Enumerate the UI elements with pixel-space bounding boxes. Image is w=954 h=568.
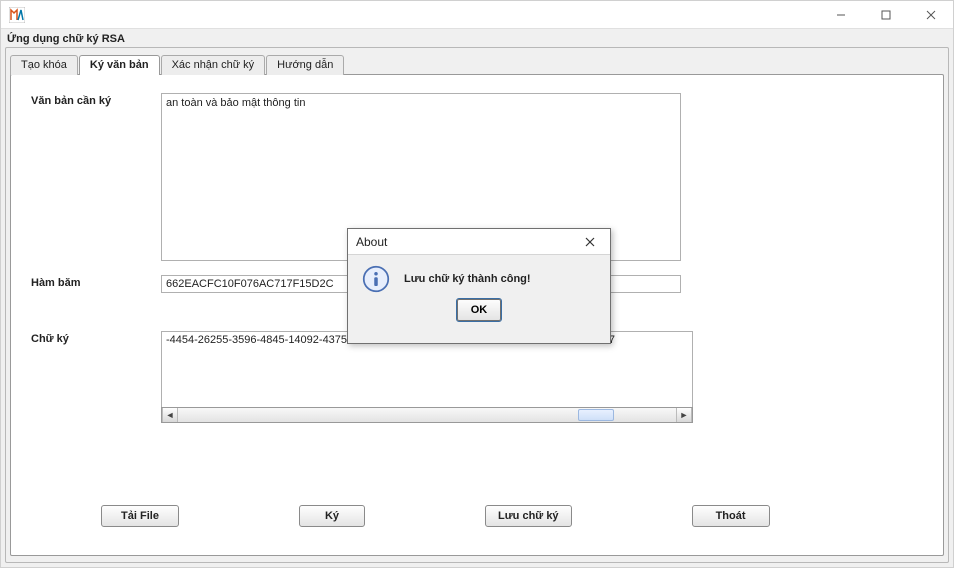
window-titlebar: [1, 1, 953, 29]
about-dialog: About Lưu chữ ký thành công! OK: [347, 228, 611, 344]
tab-tao-khoa[interactable]: Tạo khóa: [10, 55, 78, 75]
button-row: Tải File Ký Lưu chữ ký Thoát: [11, 505, 943, 527]
tab-huong-dan[interactable]: Hướng dẫn: [266, 55, 344, 75]
app-window: Ứng dụng chữ ký RSA Tạo khóa Ký văn bản …: [0, 0, 954, 568]
panel-title: Ứng dụng chữ ký RSA: [5, 33, 949, 47]
scroll-thumb[interactable]: [578, 409, 614, 421]
scroll-left-button[interactable]: ◄: [162, 408, 178, 422]
dialog-ok-button[interactable]: OK: [457, 299, 501, 321]
tab-xac-nhan[interactable]: Xác nhận chữ ký: [161, 55, 266, 75]
signature-hscrollbar[interactable]: ◄ ►: [161, 407, 693, 423]
label-hash: Hàm băm: [31, 275, 161, 289]
sign-button[interactable]: Ký: [299, 505, 365, 527]
label-signature: Chữ ký: [31, 331, 161, 345]
close-button[interactable]: [908, 1, 953, 28]
dialog-titlebar: About: [348, 229, 610, 255]
dialog-message: Lưu chữ ký thành công!: [404, 273, 531, 285]
minimize-button[interactable]: [818, 1, 863, 28]
dialog-close-button[interactable]: [570, 229, 610, 254]
tab-bar: Tạo khóa Ký văn bản Xác nhận chữ ký Hướn…: [6, 54, 948, 74]
maximize-button[interactable]: [863, 1, 908, 28]
info-icon: [362, 265, 390, 293]
app-icon: [9, 7, 25, 23]
save-signature-button[interactable]: Lưu chữ ký: [485, 505, 572, 527]
tab-ky-van-ban[interactable]: Ký văn bản: [79, 55, 160, 75]
dialog-title: About: [356, 235, 387, 249]
load-file-button[interactable]: Tải File: [101, 505, 179, 527]
label-vanban: Văn bản cần ký: [31, 93, 161, 107]
exit-button[interactable]: Thoát: [692, 505, 770, 527]
scroll-right-button[interactable]: ►: [676, 408, 692, 422]
scroll-track[interactable]: [178, 408, 676, 422]
